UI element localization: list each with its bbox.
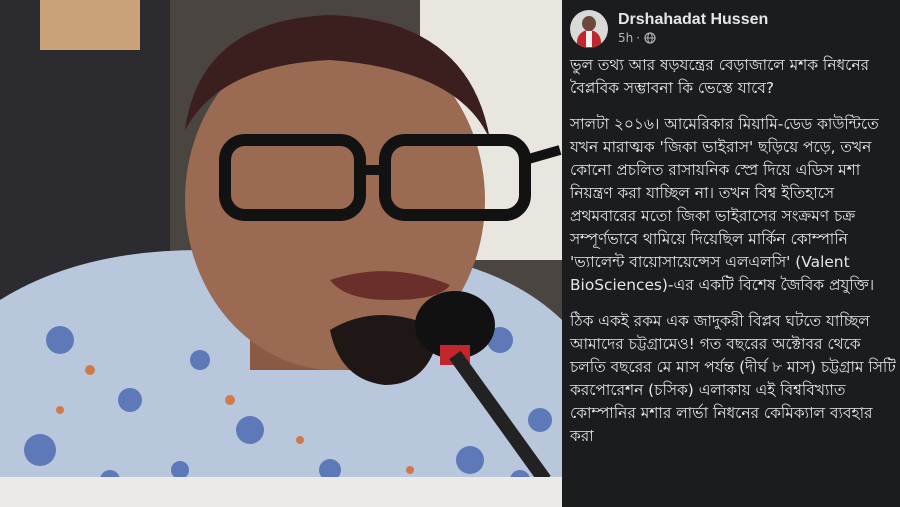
photo-bottom-strip <box>0 477 562 507</box>
time-separator: · <box>636 31 641 45</box>
screenshot-frame: Drshahadat Hussen 5h · ভুল তথ্য আর ষড়যন… <box>0 0 900 507</box>
author-avatar[interactable] <box>570 10 608 48</box>
post-time[interactable]: 5h <box>618 30 633 46</box>
post-time-row: 5h · <box>618 30 768 46</box>
speaker-photo <box>0 0 562 507</box>
post-body: ভুল তথ্য আর ষড়যন্ত্রের বেড়াজালে মশক নি… <box>570 54 896 461</box>
globe-icon <box>644 32 656 44</box>
speaker-photo-illustration <box>0 0 562 507</box>
post-meta: Drshahadat Hussen 5h · <box>618 10 768 46</box>
facebook-post-panel: Drshahadat Hussen 5h · ভুল তথ্য আর ষড়যন… <box>562 0 900 507</box>
author-name[interactable]: Drshahadat Hussen <box>618 10 768 30</box>
post-paragraph: ঠিক একই রকম এক জাদুকরী বিপ্লব ঘটতে যাচ্ছ… <box>570 312 896 445</box>
post-header: Drshahadat Hussen 5h · <box>570 10 768 50</box>
post-paragraph: সালটা ২০১৬। আমেরিকার মিয়ামি-ডেড কাউন্টি… <box>570 115 879 294</box>
post-paragraph: ভুল তথ্য আর ষড়যন্ত্রের বেড়াজালে মশক নি… <box>570 56 869 97</box>
